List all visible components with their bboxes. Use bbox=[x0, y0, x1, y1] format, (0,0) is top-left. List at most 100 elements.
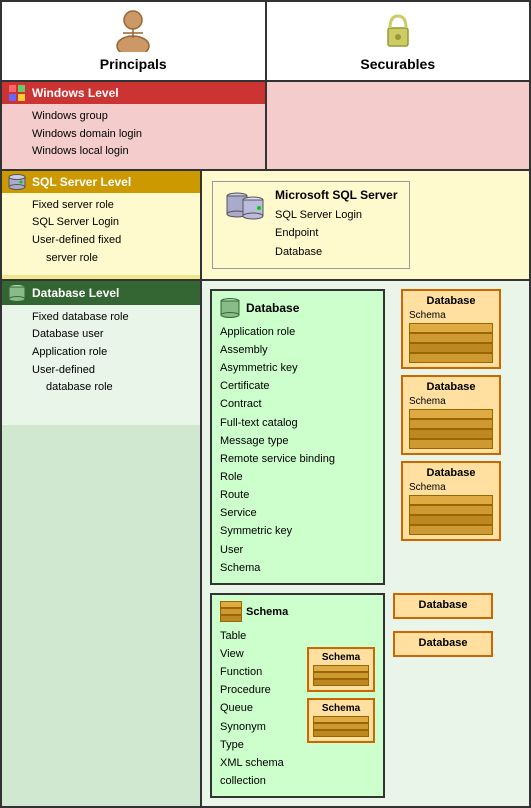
db-bottom-section: Schema Table View Function Procedure Que… bbox=[210, 593, 521, 798]
securables-header: Securables bbox=[267, 2, 530, 80]
sql-left-panel: SQL Server Level Fixed server role SQL S… bbox=[2, 171, 202, 279]
windows-item-1: Windows group bbox=[32, 108, 257, 126]
principals-title: Principals bbox=[100, 56, 167, 72]
schema-sub-2-title: Schema bbox=[313, 703, 369, 714]
schema-bar-2-1 bbox=[409, 409, 493, 419]
schema-bar-2-2 bbox=[409, 419, 493, 429]
windows-level-row: Windows Level Windows group Windows doma… bbox=[2, 82, 529, 171]
schema-bar-3-1 bbox=[409, 495, 493, 505]
schema-stack-2 bbox=[409, 409, 493, 449]
sql-item-4: server role bbox=[32, 250, 192, 268]
schema-item-queue: Queue bbox=[220, 699, 301, 717]
db-right-box-2-title: Database bbox=[409, 381, 493, 393]
db-right-box-2: Database Schema bbox=[401, 375, 501, 455]
database-items: Application role Assembly Asymmetric key… bbox=[220, 323, 375, 577]
schema-main-left: Schema Table View Function Procedure Que… bbox=[220, 601, 301, 790]
schema-bar-1-2 bbox=[409, 333, 493, 343]
sql-level-label: SQL Server Level bbox=[32, 175, 131, 189]
db-icon-main bbox=[220, 297, 240, 319]
schema-sub-1-title: Schema bbox=[313, 652, 369, 663]
windows-item-2: Windows domain login bbox=[32, 126, 257, 144]
ssb2-bar1 bbox=[313, 716, 369, 723]
db-left-panel: Database Level Fixed database role Datab… bbox=[2, 281, 202, 806]
db-item-assembly: Assembly bbox=[220, 341, 375, 359]
securables-title: Securables bbox=[360, 56, 435, 72]
ssb1-bar2 bbox=[313, 672, 369, 679]
sql-item-2: SQL Server Login bbox=[32, 214, 192, 232]
schema-item-view: View bbox=[220, 645, 301, 663]
sql-level-row: SQL Server Level Fixed server role SQL S… bbox=[2, 171, 529, 281]
schema-item-synonym: Synonym bbox=[220, 718, 301, 736]
db-top-section: Database Application role Assembly Asymm… bbox=[210, 289, 521, 585]
sql-server-item-2: Endpoint bbox=[275, 224, 397, 243]
db-right-box-bottom-2: Database bbox=[393, 631, 493, 657]
schema-icon-bar1 bbox=[220, 601, 242, 608]
schema-icon-bar3 bbox=[220, 615, 242, 622]
db-item-user: User bbox=[220, 541, 375, 559]
db-item-asymmetric-key: Asymmetric key bbox=[220, 359, 375, 377]
schema-label-2: Schema bbox=[409, 395, 493, 407]
db-right-box-3-title: Database bbox=[409, 467, 493, 479]
sql-server-info: Microsoft SQL Server SQL Server Login En… bbox=[275, 188, 397, 262]
database-box-label: Database bbox=[246, 301, 299, 315]
right-schema-column: Database Schema Database bbox=[401, 289, 501, 547]
db-item-schema: Schema bbox=[220, 559, 375, 577]
sql-server-item-1: SQL Server Login bbox=[275, 206, 397, 225]
schema-bar-1-3 bbox=[409, 343, 493, 353]
schema-label-1: Schema bbox=[409, 309, 493, 321]
windows-item-3: Windows local login bbox=[32, 143, 257, 161]
schema-sub-box-1: Schema bbox=[307, 647, 375, 692]
principals-header: Principals bbox=[2, 2, 267, 80]
lock-icon bbox=[380, 10, 416, 52]
db-item-role: Role bbox=[220, 468, 375, 486]
db-item-message-type: Message type bbox=[220, 432, 375, 450]
db-cylinder-icon bbox=[8, 283, 26, 303]
schema-bar-2-3 bbox=[409, 429, 493, 439]
ssb1-bar3 bbox=[313, 679, 369, 686]
db-right-box-1-title: Database bbox=[409, 295, 493, 307]
schema-sub-box-2: Schema bbox=[307, 698, 375, 743]
windows-content: Windows group Windows domain login Windo… bbox=[2, 104, 265, 169]
sql-server-item-3: Database bbox=[275, 243, 397, 262]
db-left-item-1: Fixed database role bbox=[32, 309, 192, 327]
sql-server-icon-area bbox=[225, 188, 265, 232]
db-left-item-5: database role bbox=[32, 379, 192, 397]
schema-icon-bar2 bbox=[220, 608, 242, 615]
header-row: Principals Securables bbox=[2, 2, 529, 82]
schema-sub-stack-1 bbox=[313, 665, 369, 687]
db-label-bar: Database Level bbox=[2, 281, 200, 305]
schema-label-3: Schema bbox=[409, 481, 493, 493]
db-right-box-bottom-1: Database bbox=[393, 593, 493, 619]
db-left-item-4: User-defined bbox=[32, 362, 192, 380]
windows-right-panel bbox=[267, 82, 530, 169]
sql-server-box: Microsoft SQL Server SQL Server Login En… bbox=[212, 181, 410, 269]
db-bottom-box-1-title: Database bbox=[401, 599, 485, 611]
schema-icon bbox=[220, 601, 242, 623]
db-bottom-box-2-title: Database bbox=[401, 637, 485, 649]
right-db-boxes-bottom: Database Database bbox=[393, 593, 493, 663]
sql-right-panel: Microsoft SQL Server SQL Server Login En… bbox=[202, 171, 529, 279]
sql-item-3: User-defined fixed bbox=[32, 232, 192, 250]
db-item-contract: Contract bbox=[220, 395, 375, 413]
schema-bar-2-4 bbox=[409, 439, 493, 449]
schema-items-list: Table View Function Procedure Queue Syno… bbox=[220, 627, 301, 790]
db-left-content: Fixed database role Database user Applic… bbox=[2, 305, 200, 425]
windows-icon bbox=[8, 84, 26, 102]
schema-bar-1-1 bbox=[409, 323, 493, 333]
sql-server-items: SQL Server Login Endpoint Database bbox=[275, 206, 397, 262]
windows-label-bar: Windows Level bbox=[2, 82, 265, 104]
db-left-item-3: Application role bbox=[32, 344, 192, 362]
sql-left-content: Fixed server role SQL Server Login User-… bbox=[2, 193, 200, 275]
db-item-remote-service-binding: Remote service binding bbox=[220, 450, 375, 468]
ssb2-bar2 bbox=[313, 723, 369, 730]
windows-level-label: Windows Level bbox=[32, 86, 119, 100]
db-item-service: Service bbox=[220, 504, 375, 522]
database-level-row: Database Level Fixed database role Datab… bbox=[2, 281, 529, 806]
db-left-item-2: Database user bbox=[32, 326, 192, 344]
schema-main-box: Schema Table View Function Procedure Que… bbox=[210, 593, 385, 798]
schema-bar-1-4 bbox=[409, 353, 493, 363]
db-item-fulltext-catalog: Full-text catalog bbox=[220, 414, 375, 432]
sql-server-title: Microsoft SQL Server bbox=[275, 188, 397, 202]
sql-server-icon-small bbox=[8, 173, 26, 191]
db-item-certificate: Certificate bbox=[220, 377, 375, 395]
